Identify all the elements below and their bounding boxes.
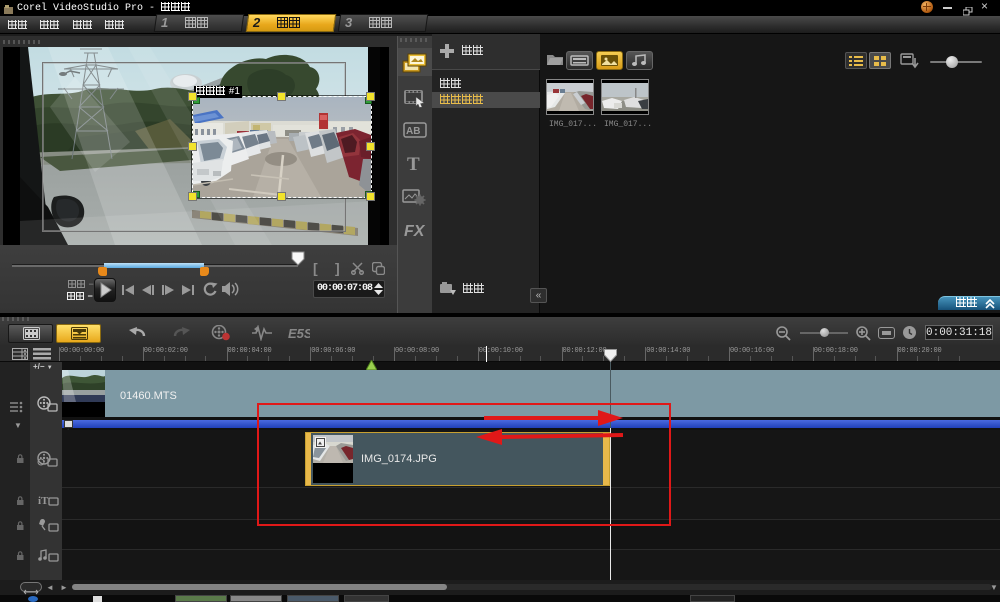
svg-text:T: T <box>407 154 420 173</box>
svg-text:FX: FX <box>404 223 426 240</box>
svg-text:AB: AB <box>406 126 420 137</box>
svg-text:E5S: E5S <box>288 326 310 341</box>
